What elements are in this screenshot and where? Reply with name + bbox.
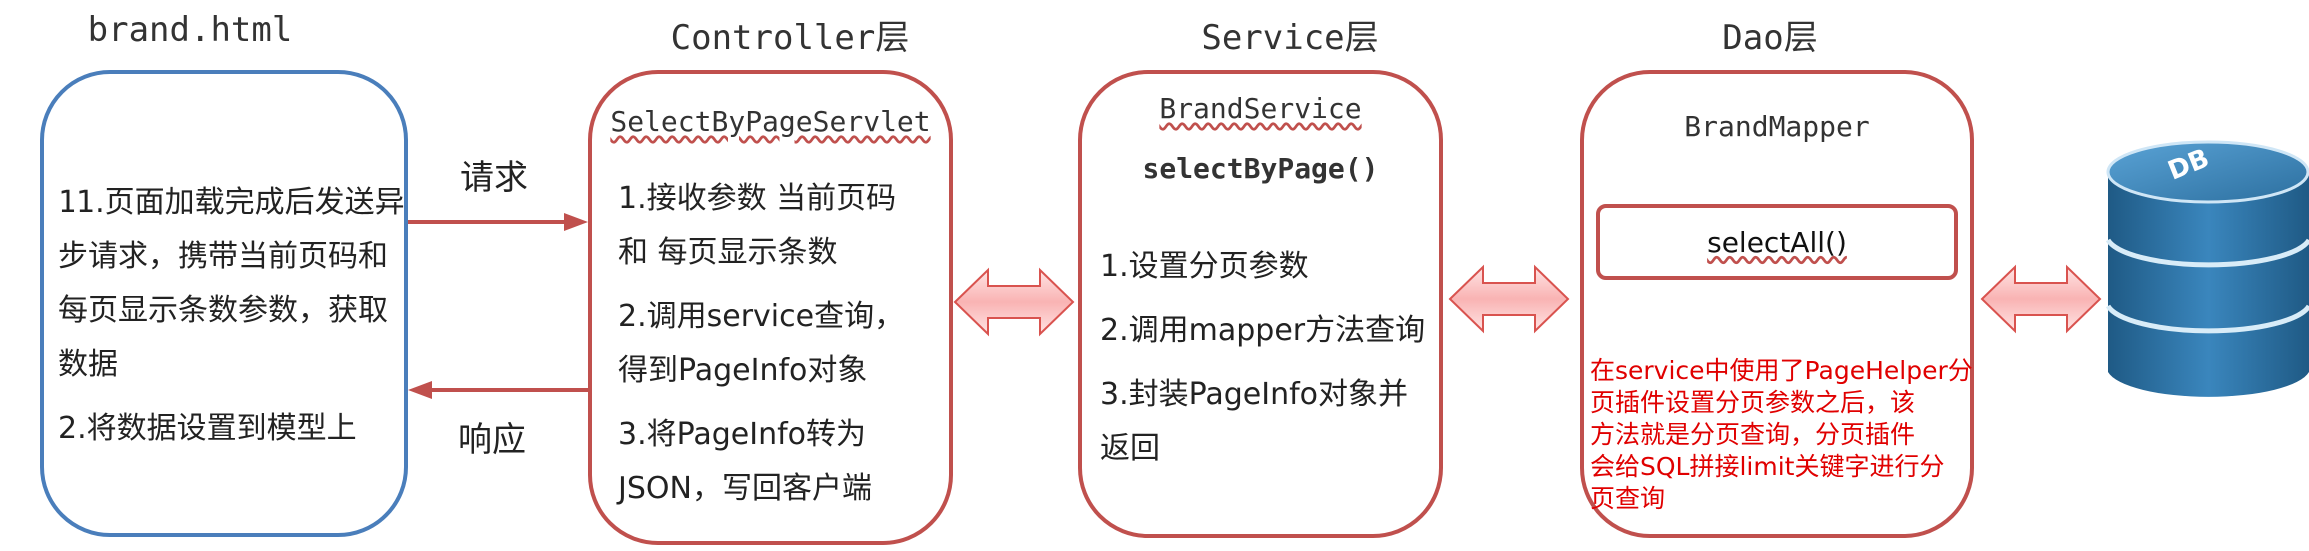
diagram-graphics [408,140,2309,399]
service-dao-double-arrow [1448,264,1570,334]
dao-db-double-arrow [1980,264,2102,334]
request-arrow [408,213,588,231]
controller-service-double-arrow [953,267,1075,337]
database-icon [2105,140,2309,397]
response-arrow [408,381,588,399]
